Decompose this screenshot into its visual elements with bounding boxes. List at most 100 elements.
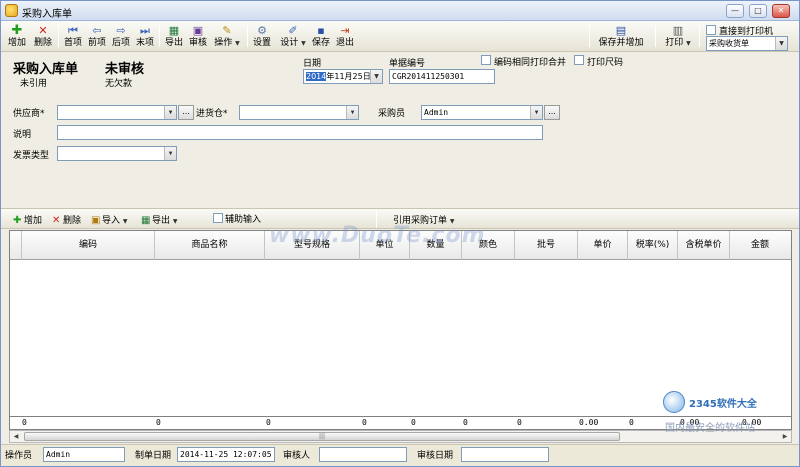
main-toolbar: ✚ 增加 ✕ 删除 ⏮ 首项 ⇦ 前项 ⇨ 后项 ⏭ 末项 ▦ 导出 ▣ 审核 … <box>1 21 799 52</box>
merge-print-checkbox[interactable] <box>481 55 491 65</box>
close-button[interactable]: ✕ <box>772 4 790 18</box>
chevron-down-icon: ▼ <box>301 40 306 47</box>
delete-icon: ✕ <box>52 215 61 226</box>
print-size-checkbox[interactable] <box>574 55 584 65</box>
main-window: 采购入库单 — □ ✕ ✚ 增加 ✕ 删除 ⏮ 首项 ⇦ 前项 ⇨ 后项 ⏭ 末… <box>0 0 800 467</box>
docno-value: CGR201411250301 <box>392 72 465 81</box>
date-picker[interactable]: 2014年11月25日 ▼ <box>303 69 383 84</box>
import-icon: ▣ <box>91 215 101 226</box>
warehouse-select[interactable]: ▼ <box>239 105 359 120</box>
design-menu-button[interactable]: ✐ 设计 ▼ <box>277 23 309 51</box>
scroll-left-icon[interactable]: ◀ <box>10 431 22 442</box>
grid-add-label: 增加 <box>24 216 43 226</box>
direct-print-checkbox[interactable] <box>706 25 716 35</box>
grid-delete-button[interactable]: ✕ 删除 <box>52 213 81 226</box>
print-size-label: 打印尺码 <box>587 58 624 68</box>
last-button[interactable]: ⏭ 末项 <box>133 23 157 51</box>
scroll-thumb[interactable]: ||| <box>24 432 620 441</box>
chevron-down-icon[interactable]: ▼ <box>164 147 176 160</box>
column-header[interactable]: 编码 <box>22 231 155 260</box>
next-arrow-icon: ⇨ <box>116 24 126 37</box>
exit-icon: ⇥ <box>340 24 350 37</box>
audit-button[interactable]: ▣ 审核 <box>186 23 210 51</box>
buyer-label: 采购员 <box>378 109 406 119</box>
operator-label: 操作员 <box>5 451 33 461</box>
footer-cell: 0 <box>629 418 634 427</box>
footer-cell: 0.00 <box>579 418 599 427</box>
note-field[interactable] <box>57 125 543 140</box>
assist-input-checkbox[interactable] <box>213 213 223 223</box>
chevron-down-icon: ▼ <box>122 218 128 225</box>
chevron-down-icon[interactable]: ▼ <box>164 106 176 119</box>
prev-arrow-icon: ⇦ <box>92 24 102 37</box>
row-indicator-header <box>10 231 22 260</box>
chevron-down-icon[interactable]: ▼ <box>346 106 358 119</box>
print-label: 打印 <box>665 38 684 48</box>
toolbar-separator <box>655 25 656 47</box>
site-name-text: 2345软件大全 <box>689 399 757 410</box>
toolbar-separator <box>159 25 160 47</box>
docno-label: 单据编号 <box>389 59 426 69</box>
grid-add-button[interactable]: ✚ 增加 <box>13 213 42 226</box>
buyer-browse-button[interactable]: ... <box>544 105 560 120</box>
column-header[interactable]: 商品名称 <box>155 231 265 260</box>
export-button[interactable]: ▦ 导出 <box>162 23 186 51</box>
save-and-add-button[interactable]: ▤ 保存并增加 <box>593 23 649 51</box>
footer-cell: 0 <box>156 418 161 427</box>
auditor-label: 审核人 <box>283 451 311 461</box>
chevron-down-icon[interactable]: ▼ <box>775 37 787 50</box>
first-icon: ⏮ <box>68 24 78 37</box>
made-date-field: 2014-11-25 12:07:05 <box>177 447 275 462</box>
column-header[interactable]: 含税单价 <box>678 231 730 260</box>
save-label: 保存 <box>311 38 330 48</box>
buyer-value: Admin <box>424 108 449 117</box>
delete-label: 删除 <box>33 38 52 48</box>
save-button[interactable]: ▪ 保存 <box>309 23 333 51</box>
chevron-down-icon[interactable]: ▼ <box>530 106 542 119</box>
chevron-down-icon: ▼ <box>235 40 240 47</box>
add-button[interactable]: ✚ 增加 <box>5 23 29 51</box>
invoice-type-select[interactable]: ▼ <box>57 146 177 161</box>
grid-export-button[interactable]: ▦ 导出 ▼ <box>141 213 178 226</box>
print-menu-button[interactable]: ▥ 打印 ▼ <box>661 23 695 51</box>
operate-icon: ✎ <box>222 24 232 37</box>
date-label: 日期 <box>303 59 322 69</box>
note-label: 说明 <box>13 130 32 140</box>
toolbar-separator <box>589 25 590 47</box>
minimize-button[interactable]: — <box>726 4 744 18</box>
prev-button[interactable]: ⇦ 前项 <box>85 23 109 51</box>
supplier-select[interactable]: ▼ <box>57 105 177 120</box>
mascot-logo-icon <box>663 391 685 413</box>
quote-status: 未引用 <box>20 79 48 89</box>
column-header[interactable]: 金额 <box>730 231 790 260</box>
docno-field[interactable]: CGR201411250301 <box>389 69 495 84</box>
column-header[interactable]: 税率(%) <box>628 231 678 260</box>
buyer-select[interactable]: Admin ▼ <box>421 105 543 120</box>
grid-import-button[interactable]: ▣ 导入 ▼ <box>91 213 128 226</box>
settings-button[interactable]: ⚙ 设置 <box>250 23 274 51</box>
operate-menu-button[interactable]: ✎ 操作 ▼ <box>211 23 243 51</box>
print-template-select[interactable]: 采购收货单 ▼ <box>706 36 788 51</box>
column-header[interactable]: 单价 <box>578 231 628 260</box>
exit-button[interactable]: ⇥ 退出 <box>333 23 357 51</box>
delete-icon: ✕ <box>38 24 48 37</box>
toolbar-separator <box>699 25 700 47</box>
excel-icon: ▦ <box>141 215 151 226</box>
duote-watermark: www.DuoTe.com <box>269 223 486 248</box>
supplier-browse-button[interactable]: ... <box>178 105 194 120</box>
app-icon <box>5 4 18 17</box>
window-title: 采购入库单 <box>22 9 72 20</box>
chevron-down-icon[interactable]: ▼ <box>370 70 382 83</box>
toolbar-separator <box>247 25 248 47</box>
add-label: 增加 <box>7 38 26 48</box>
auditor-field <box>319 447 407 462</box>
site-slogan-text: 国内最安全的软件站 <box>665 423 755 434</box>
audit-icon: ▣ <box>192 24 204 37</box>
column-header[interactable]: 批号 <box>515 231 578 260</box>
payment-status: 无欠款 <box>105 79 133 89</box>
chevron-down-icon: ▼ <box>172 218 178 225</box>
maximize-button[interactable]: □ <box>749 4 767 18</box>
next-button[interactable]: ⇨ 后项 <box>109 23 133 51</box>
first-button[interactable]: ⏮ 首项 <box>61 23 85 51</box>
delete-button[interactable]: ✕ 删除 <box>31 23 55 51</box>
